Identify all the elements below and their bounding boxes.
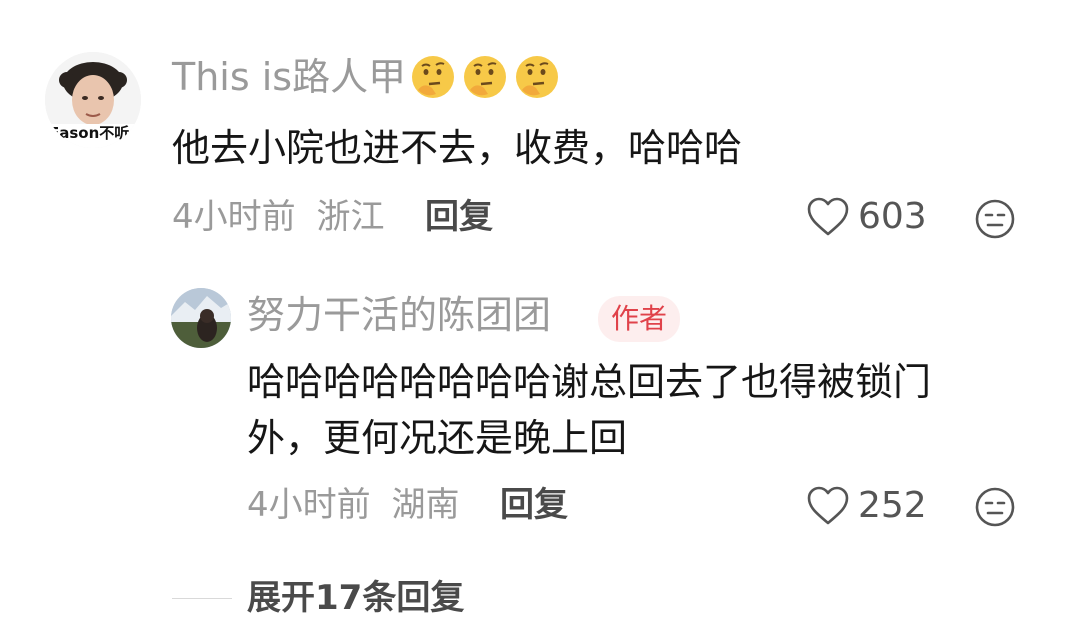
comment-reply-button[interactable]: 回复 [425, 200, 493, 234]
comment-like-button[interactable]: 603 [806, 196, 927, 238]
reply-like-button[interactable]: 252 [806, 485, 927, 527]
comment-text: 他去小院也进不去，收费，哈哈哈 [172, 126, 743, 170]
commenter-username-text: This is路人甲 [172, 55, 407, 99]
comment-location: 浙江 [316, 197, 385, 237]
thinking-face-icon [412, 56, 454, 98]
comment-time: 4小时前 [172, 197, 296, 237]
comment-meta: 4小时前 浙江 [172, 200, 384, 234]
commenter-avatar[interactable]: Eason不听 [45, 52, 141, 148]
reply-text-line-2: 外，更何况还是晚上回 [247, 416, 628, 460]
commenter-username[interactable]: This is路人甲 [172, 58, 406, 96]
author-badge: 作者 [598, 296, 681, 342]
dislike-face-icon[interactable] [974, 486, 1016, 528]
replier-username[interactable]: 努力干活的陈团团 [247, 296, 551, 334]
reply-meta: 4小时前 湖南 [247, 488, 459, 522]
reply-like-count: 252 [858, 485, 927, 526]
reply-text-line-1: 哈哈哈哈哈哈哈哈谢总回去了也得被锁门 [247, 360, 932, 404]
comment-like-count: 603 [858, 196, 927, 237]
replier-avatar[interactable] [171, 288, 231, 348]
expand-divider [172, 598, 232, 599]
reply-reply-button[interactable]: 回复 [500, 488, 568, 522]
heart-icon [807, 486, 849, 525]
reply-time: 4小时前 [247, 485, 371, 525]
avatar-image [171, 288, 231, 348]
reply-location: 湖南 [391, 485, 460, 525]
dislike-face-icon[interactable] [974, 198, 1016, 240]
expand-replies-button[interactable]: 展开17条回复 [247, 581, 464, 615]
username-emojis [410, 54, 560, 100]
thinking-face-icon [516, 56, 558, 98]
heart-icon [807, 197, 849, 236]
avatar-caption: Eason不听 [49, 124, 130, 142]
thinking-face-icon [464, 56, 506, 98]
